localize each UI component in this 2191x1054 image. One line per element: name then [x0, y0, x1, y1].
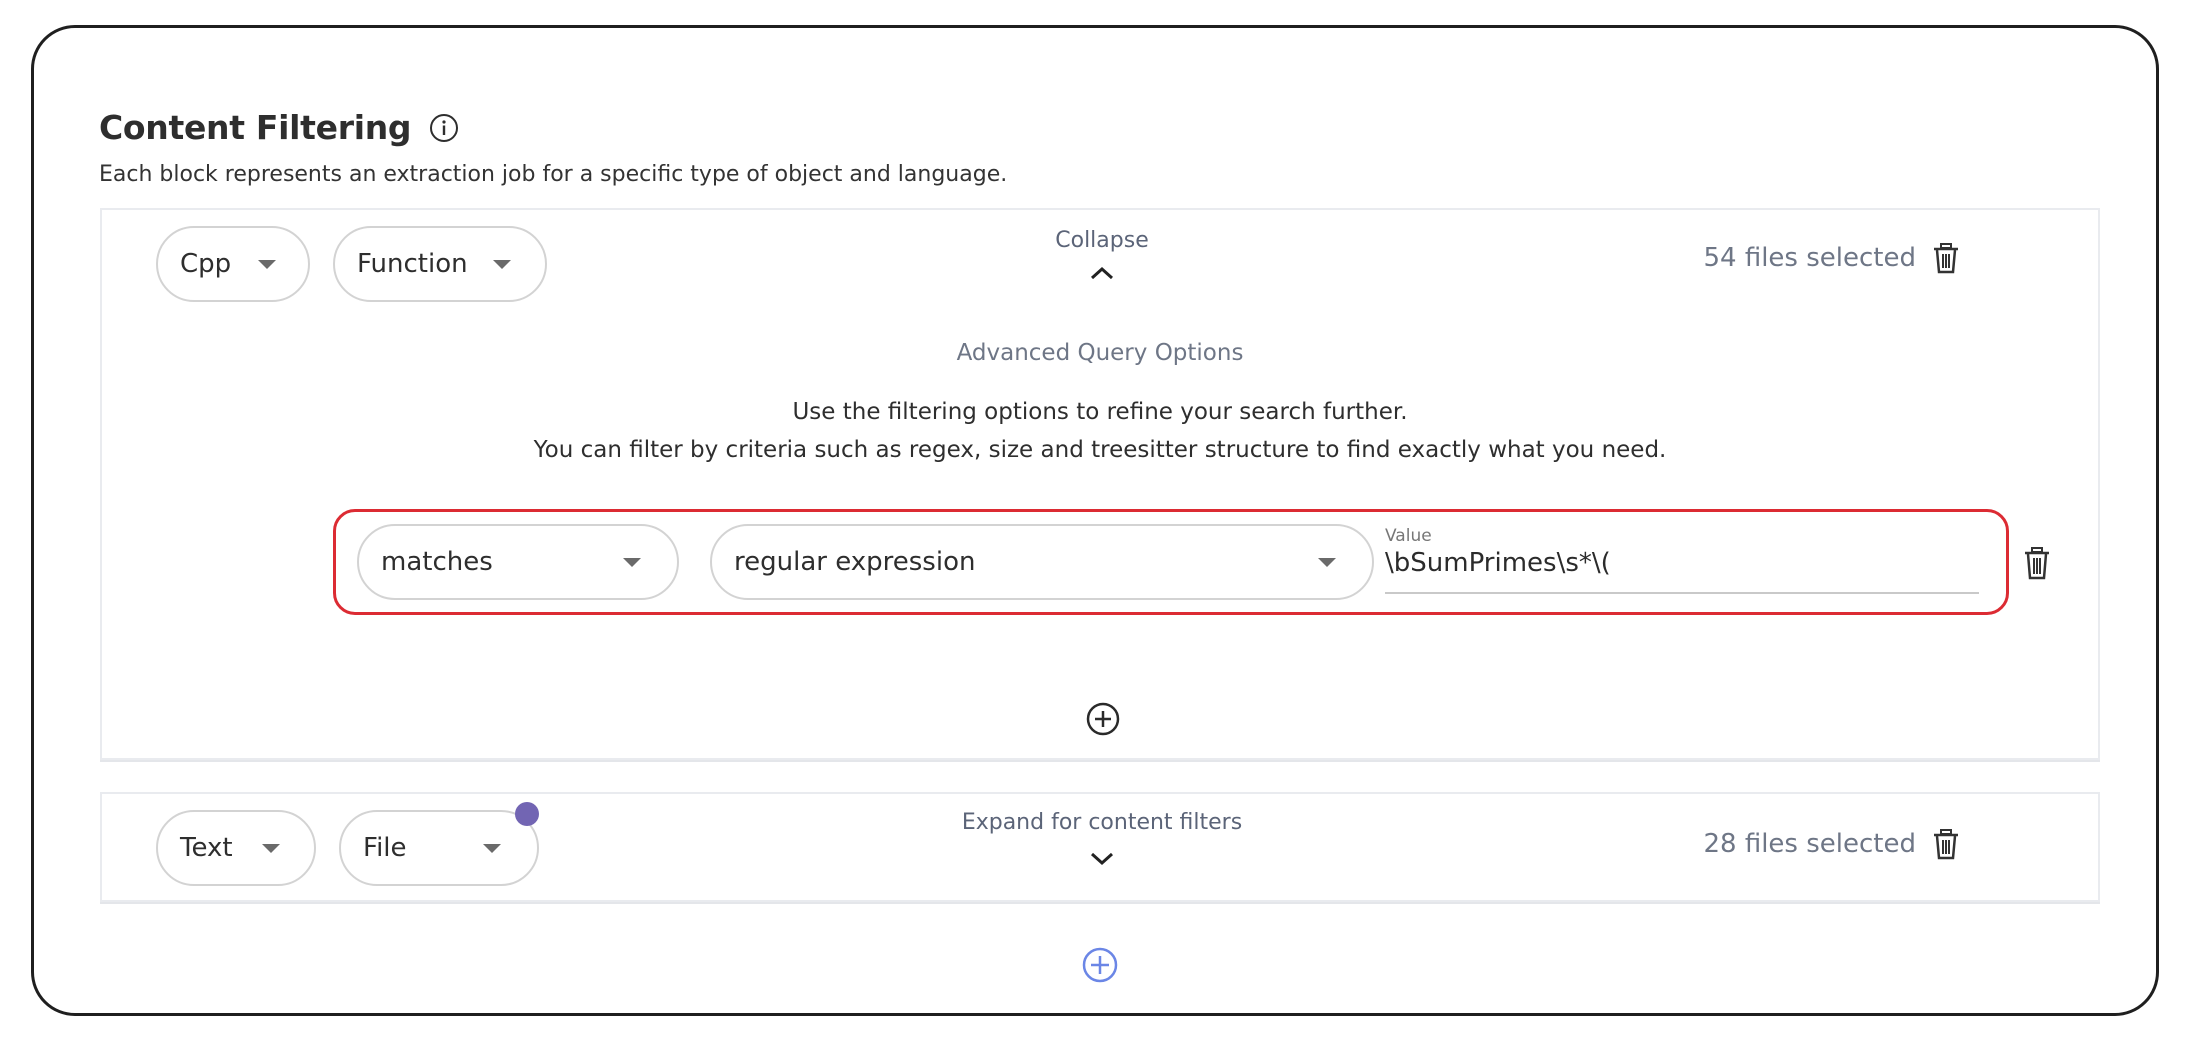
operator-select[interactable]: matches — [357, 524, 679, 600]
section-header: Content Filtering — [99, 108, 459, 147]
object-type-select[interactable]: File — [339, 802, 539, 886]
files-selected-group: 54 files selected — [1703, 242, 1960, 274]
criterion-select[interactable]: regular expression — [710, 524, 1374, 600]
value-label: Value — [1385, 526, 1432, 546]
add-condition-plus-icon[interactable] — [1086, 702, 1120, 736]
value-input[interactable] — [1385, 548, 1979, 578]
add-block-plus-icon[interactable] — [1082, 947, 1118, 983]
dropdown-caret-icon — [262, 843, 280, 853]
object-type-select[interactable]: Function — [333, 226, 547, 302]
language-select-value: Text — [180, 833, 233, 863]
description-line: You can filter by criteria such as regex… — [533, 437, 1667, 463]
chevron-up-icon — [1090, 266, 1114, 280]
description-line: Use the filtering options to refine your… — [792, 399, 1408, 425]
files-selected-group: 28 files selected — [1703, 828, 1960, 860]
object-type-select-value: File — [363, 833, 407, 863]
language-select-value: Cpp — [180, 249, 232, 279]
advanced-options-description: Use the filtering options to refine your… — [102, 393, 2098, 469]
expand-toggle[interactable]: Expand for content filters — [952, 810, 1252, 867]
collapse-toggle[interactable]: Collapse — [1002, 228, 1202, 281]
trash-icon[interactable] — [1932, 242, 1960, 274]
extraction-block-text: Text File Expand for content filters 28 … — [100, 792, 2100, 902]
trash-icon[interactable] — [1932, 828, 1960, 860]
info-icon[interactable] — [429, 113, 459, 143]
page-title: Content Filtering — [99, 108, 412, 147]
files-selected-count: 54 files selected — [1703, 243, 1916, 273]
collapse-label: Collapse — [1055, 228, 1149, 253]
dropdown-caret-icon — [623, 557, 641, 567]
chevron-down-icon — [1090, 852, 1114, 866]
files-selected-count: 28 files selected — [1703, 829, 1916, 859]
object-type-select-value: Function — [357, 249, 468, 279]
language-select[interactable]: Text — [156, 810, 316, 886]
expand-label: Expand for content filters — [961, 810, 1243, 835]
dropdown-caret-icon — [258, 259, 276, 269]
criterion-select-value: regular expression — [734, 547, 976, 577]
section-description: Each block represents an extraction job … — [99, 162, 1008, 187]
extraction-block-cpp: Cpp Function Collapse 54 files selected … — [100, 208, 2100, 760]
dropdown-caret-icon — [1318, 557, 1336, 567]
value-field[interactable]: Value — [1385, 522, 1979, 594]
advanced-options-title: Advanced Query Options — [956, 340, 1244, 366]
notification-badge — [515, 802, 539, 826]
language-select[interactable]: Cpp — [156, 226, 310, 302]
filter-condition-row: matches regular expression Value — [333, 509, 2009, 615]
operator-select-value: matches — [381, 547, 493, 577]
dropdown-caret-icon — [483, 843, 501, 853]
dropdown-caret-icon — [493, 259, 511, 269]
delete-condition-trash-icon[interactable] — [2023, 546, 2051, 580]
